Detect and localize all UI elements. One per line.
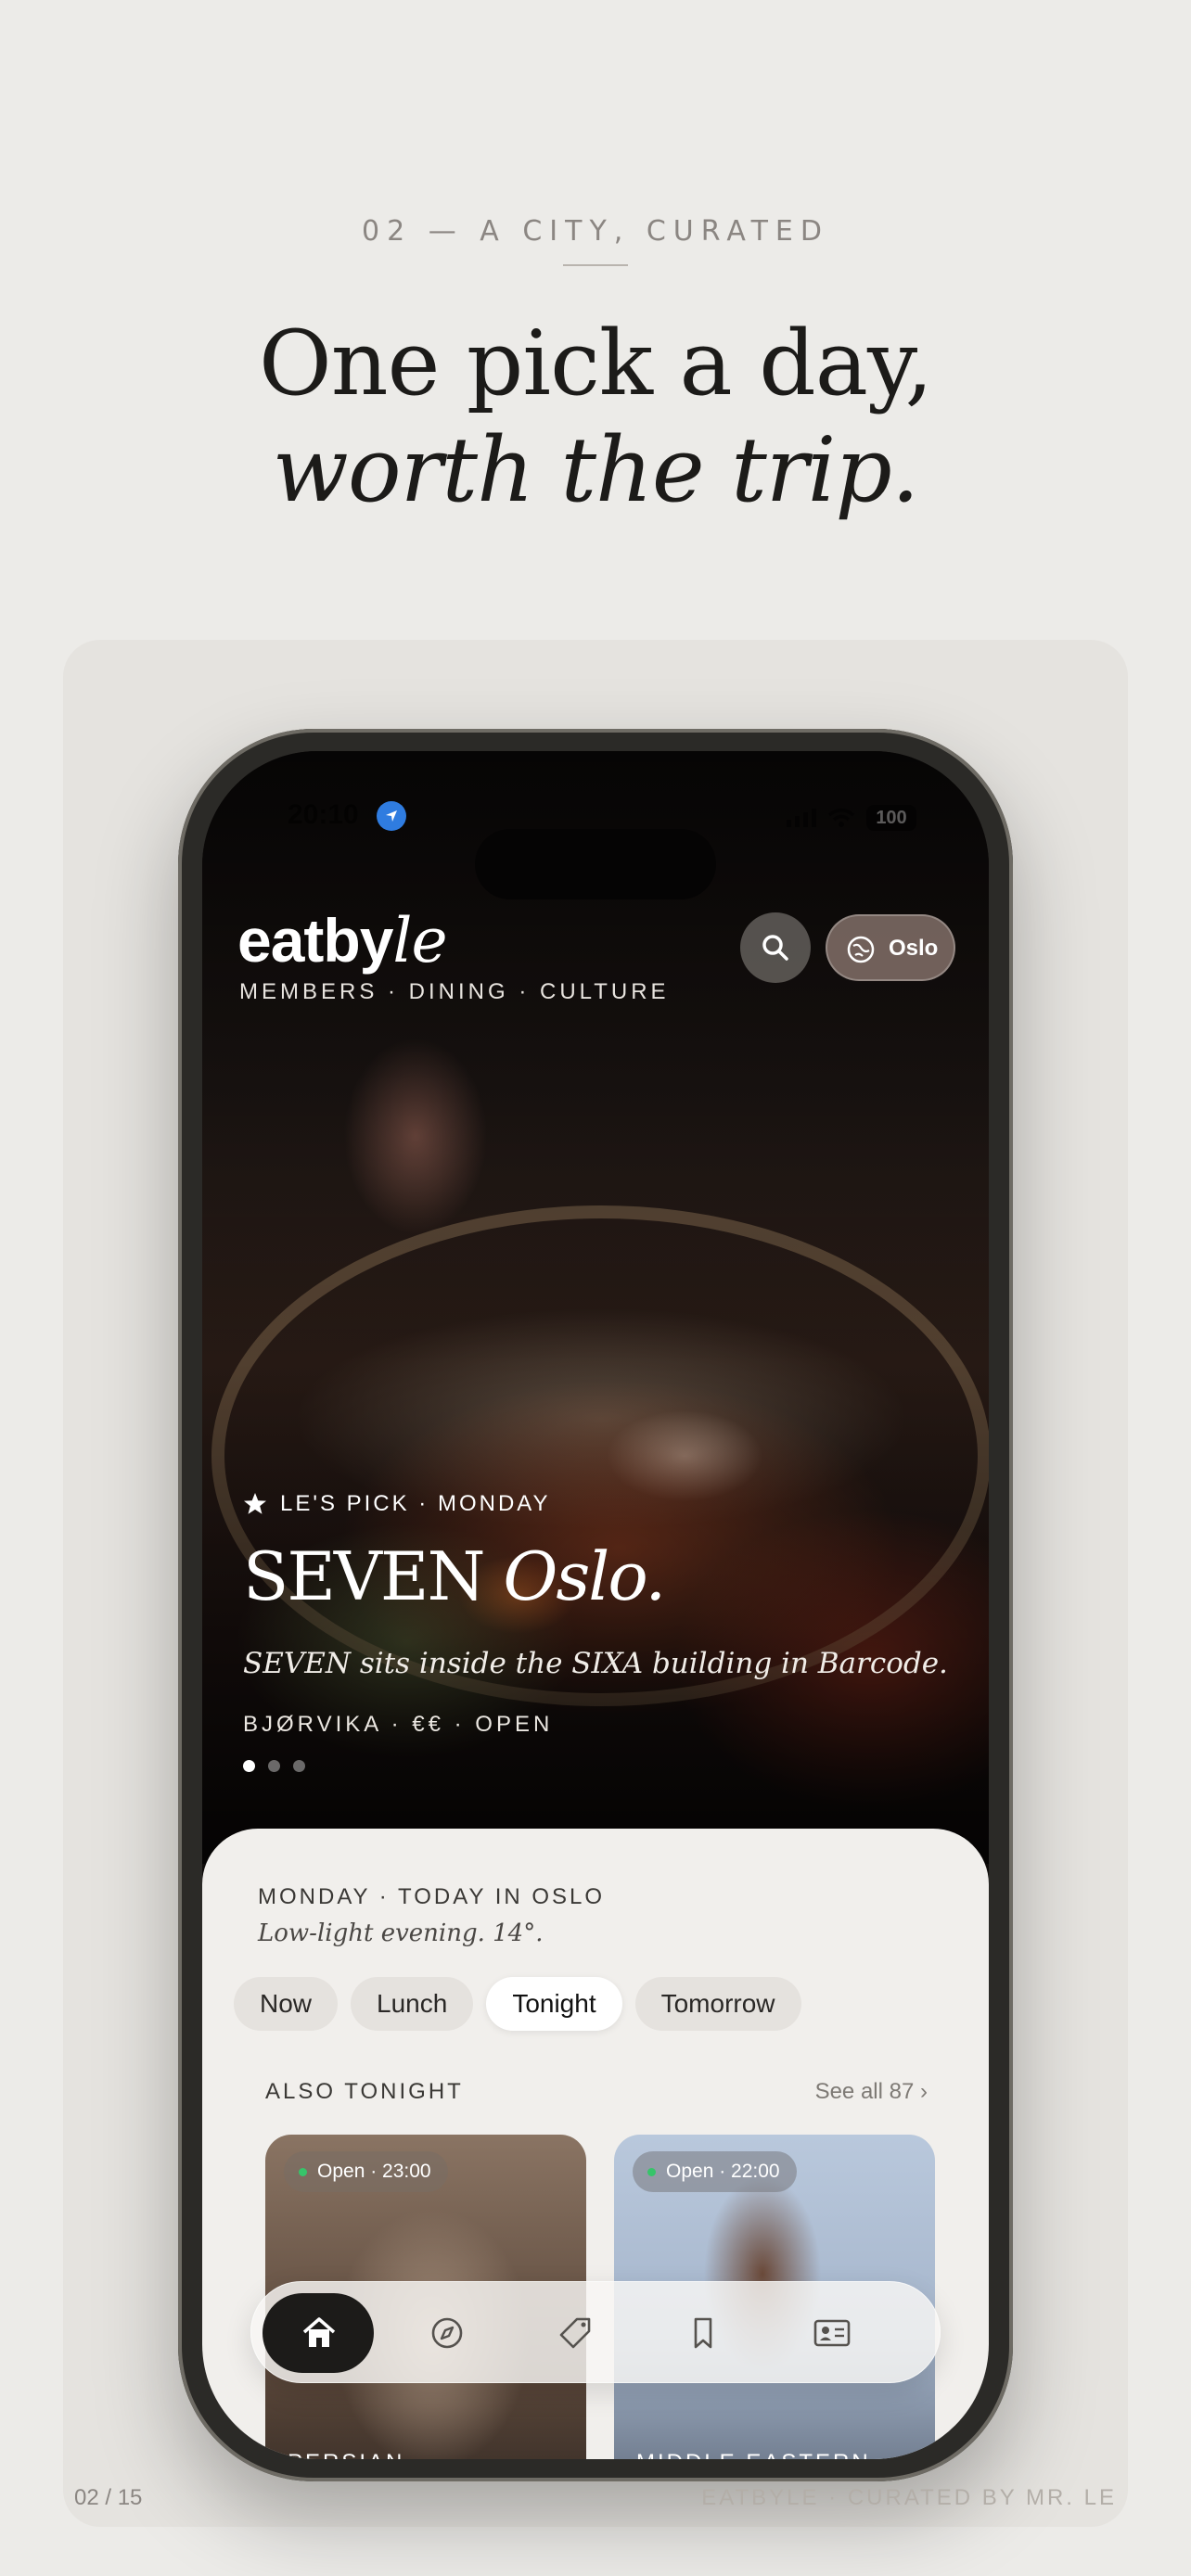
chip-tomorrow[interactable]: Tomorrow	[634, 1977, 801, 2031]
chip-lunch[interactable]: Lunch	[351, 1977, 474, 2031]
carousel-dot[interactable]	[293, 1760, 305, 1772]
app-tagline: MEMBERS · DINING · CULTURE	[239, 979, 670, 1004]
dynamic-island	[475, 829, 716, 899]
restaurant-description: SEVEN sits inside the SIXA building in B…	[243, 1647, 948, 1680]
open-status-badge: Open · 22:00	[633, 2151, 797, 2192]
bookmark-icon	[694, 2317, 712, 2349]
tab-home[interactable]	[263, 2293, 374, 2373]
tag-icon	[559, 2317, 591, 2349]
slide-kicker: 02 — A CITY, CURATED	[362, 215, 829, 248]
kicker-divider	[563, 264, 628, 266]
title-italic: Oslo.	[503, 1537, 666, 1615]
location-arrow-icon	[377, 801, 406, 831]
restaurant-meta: BJØRVIKA · €€ · OPEN	[243, 1712, 554, 1737]
tab-saved[interactable]	[647, 2293, 758, 2373]
see-all-link[interactable]: See all 87 ›	[815, 2079, 928, 2105]
signal-icon	[787, 809, 816, 827]
chip-now[interactable]: Now	[234, 1977, 339, 2031]
pick-label-text: LE'S PICK · MONDAY	[280, 1491, 551, 1516]
tab-explore[interactable]	[391, 2293, 502, 2373]
headline-line-1: One pick a day,	[259, 312, 933, 415]
status-time: 20:10	[288, 799, 359, 830]
carousel-dot[interactable]	[243, 1760, 255, 1772]
battery-icon: 100	[866, 805, 916, 831]
tab-bar	[250, 2281, 941, 2383]
phone-screen: 20:10 100 eatbyle MEMBERS · DINING · CUL…	[202, 751, 989, 2459]
explore-icon	[431, 2317, 463, 2349]
slide-footer: EATBYLE · CURATED BY MR. LE	[701, 2485, 1117, 2510]
carousel-dots[interactable]	[243, 1760, 305, 1772]
time-filter-chips: Now Lunch Tonight Tomorrow	[234, 1977, 801, 2031]
status-bar: 20:10 100	[202, 799, 989, 899]
tab-membership[interactable]	[775, 2293, 886, 2373]
city-globe-icon	[847, 936, 875, 963]
star-icon	[244, 1493, 266, 1514]
wifi-icon	[827, 808, 855, 827]
carousel-dot[interactable]	[268, 1760, 280, 1772]
tab-offers[interactable]	[519, 2293, 630, 2373]
search-icon	[762, 935, 788, 961]
open-status-badge: Open · 23:00	[284, 2151, 448, 2192]
chevron-right-icon: ›	[920, 2079, 928, 2104]
chip-tonight[interactable]: Tonight	[486, 1977, 622, 2031]
section-title: ALSO TONIGHT	[265, 2079, 464, 2104]
headline-line-2: worth the trip.	[272, 418, 920, 522]
logo-italic: le	[392, 905, 447, 976]
see-all-text: See all 87	[814, 2079, 915, 2104]
card-cuisine: PERSIAN	[288, 2450, 404, 2459]
app-logo[interactable]: eatbyle	[237, 905, 448, 976]
phone-frame: 20:10 100 eatbyle MEMBERS · DINING · CUL…	[178, 729, 1013, 2481]
logo-main: eatby	[237, 906, 393, 975]
city-label: Oslo	[889, 936, 939, 961]
home-icon	[302, 2317, 336, 2347]
weather-note: Low-light evening. 14°.	[258, 1919, 544, 1947]
search-button[interactable]	[740, 912, 811, 983]
card-cuisine: MIDDLE EASTERN	[636, 2450, 871, 2459]
city-selector-button[interactable]: Oslo	[826, 914, 955, 981]
status-indicators: 100	[787, 805, 916, 831]
page-number: 02 / 15	[74, 2485, 143, 2510]
restaurant-title[interactable]: SEVEN Oslo.	[243, 1537, 666, 1615]
member-card-icon	[813, 2319, 851, 2347]
day-label: MONDAY · TODAY IN OSLO	[258, 1884, 606, 1909]
pick-label: LE'S PICK · MONDAY	[243, 1491, 551, 1517]
title-regular: SEVEN	[243, 1537, 485, 1615]
slide-headline: One pick a day, worth the trip.	[0, 311, 1191, 524]
